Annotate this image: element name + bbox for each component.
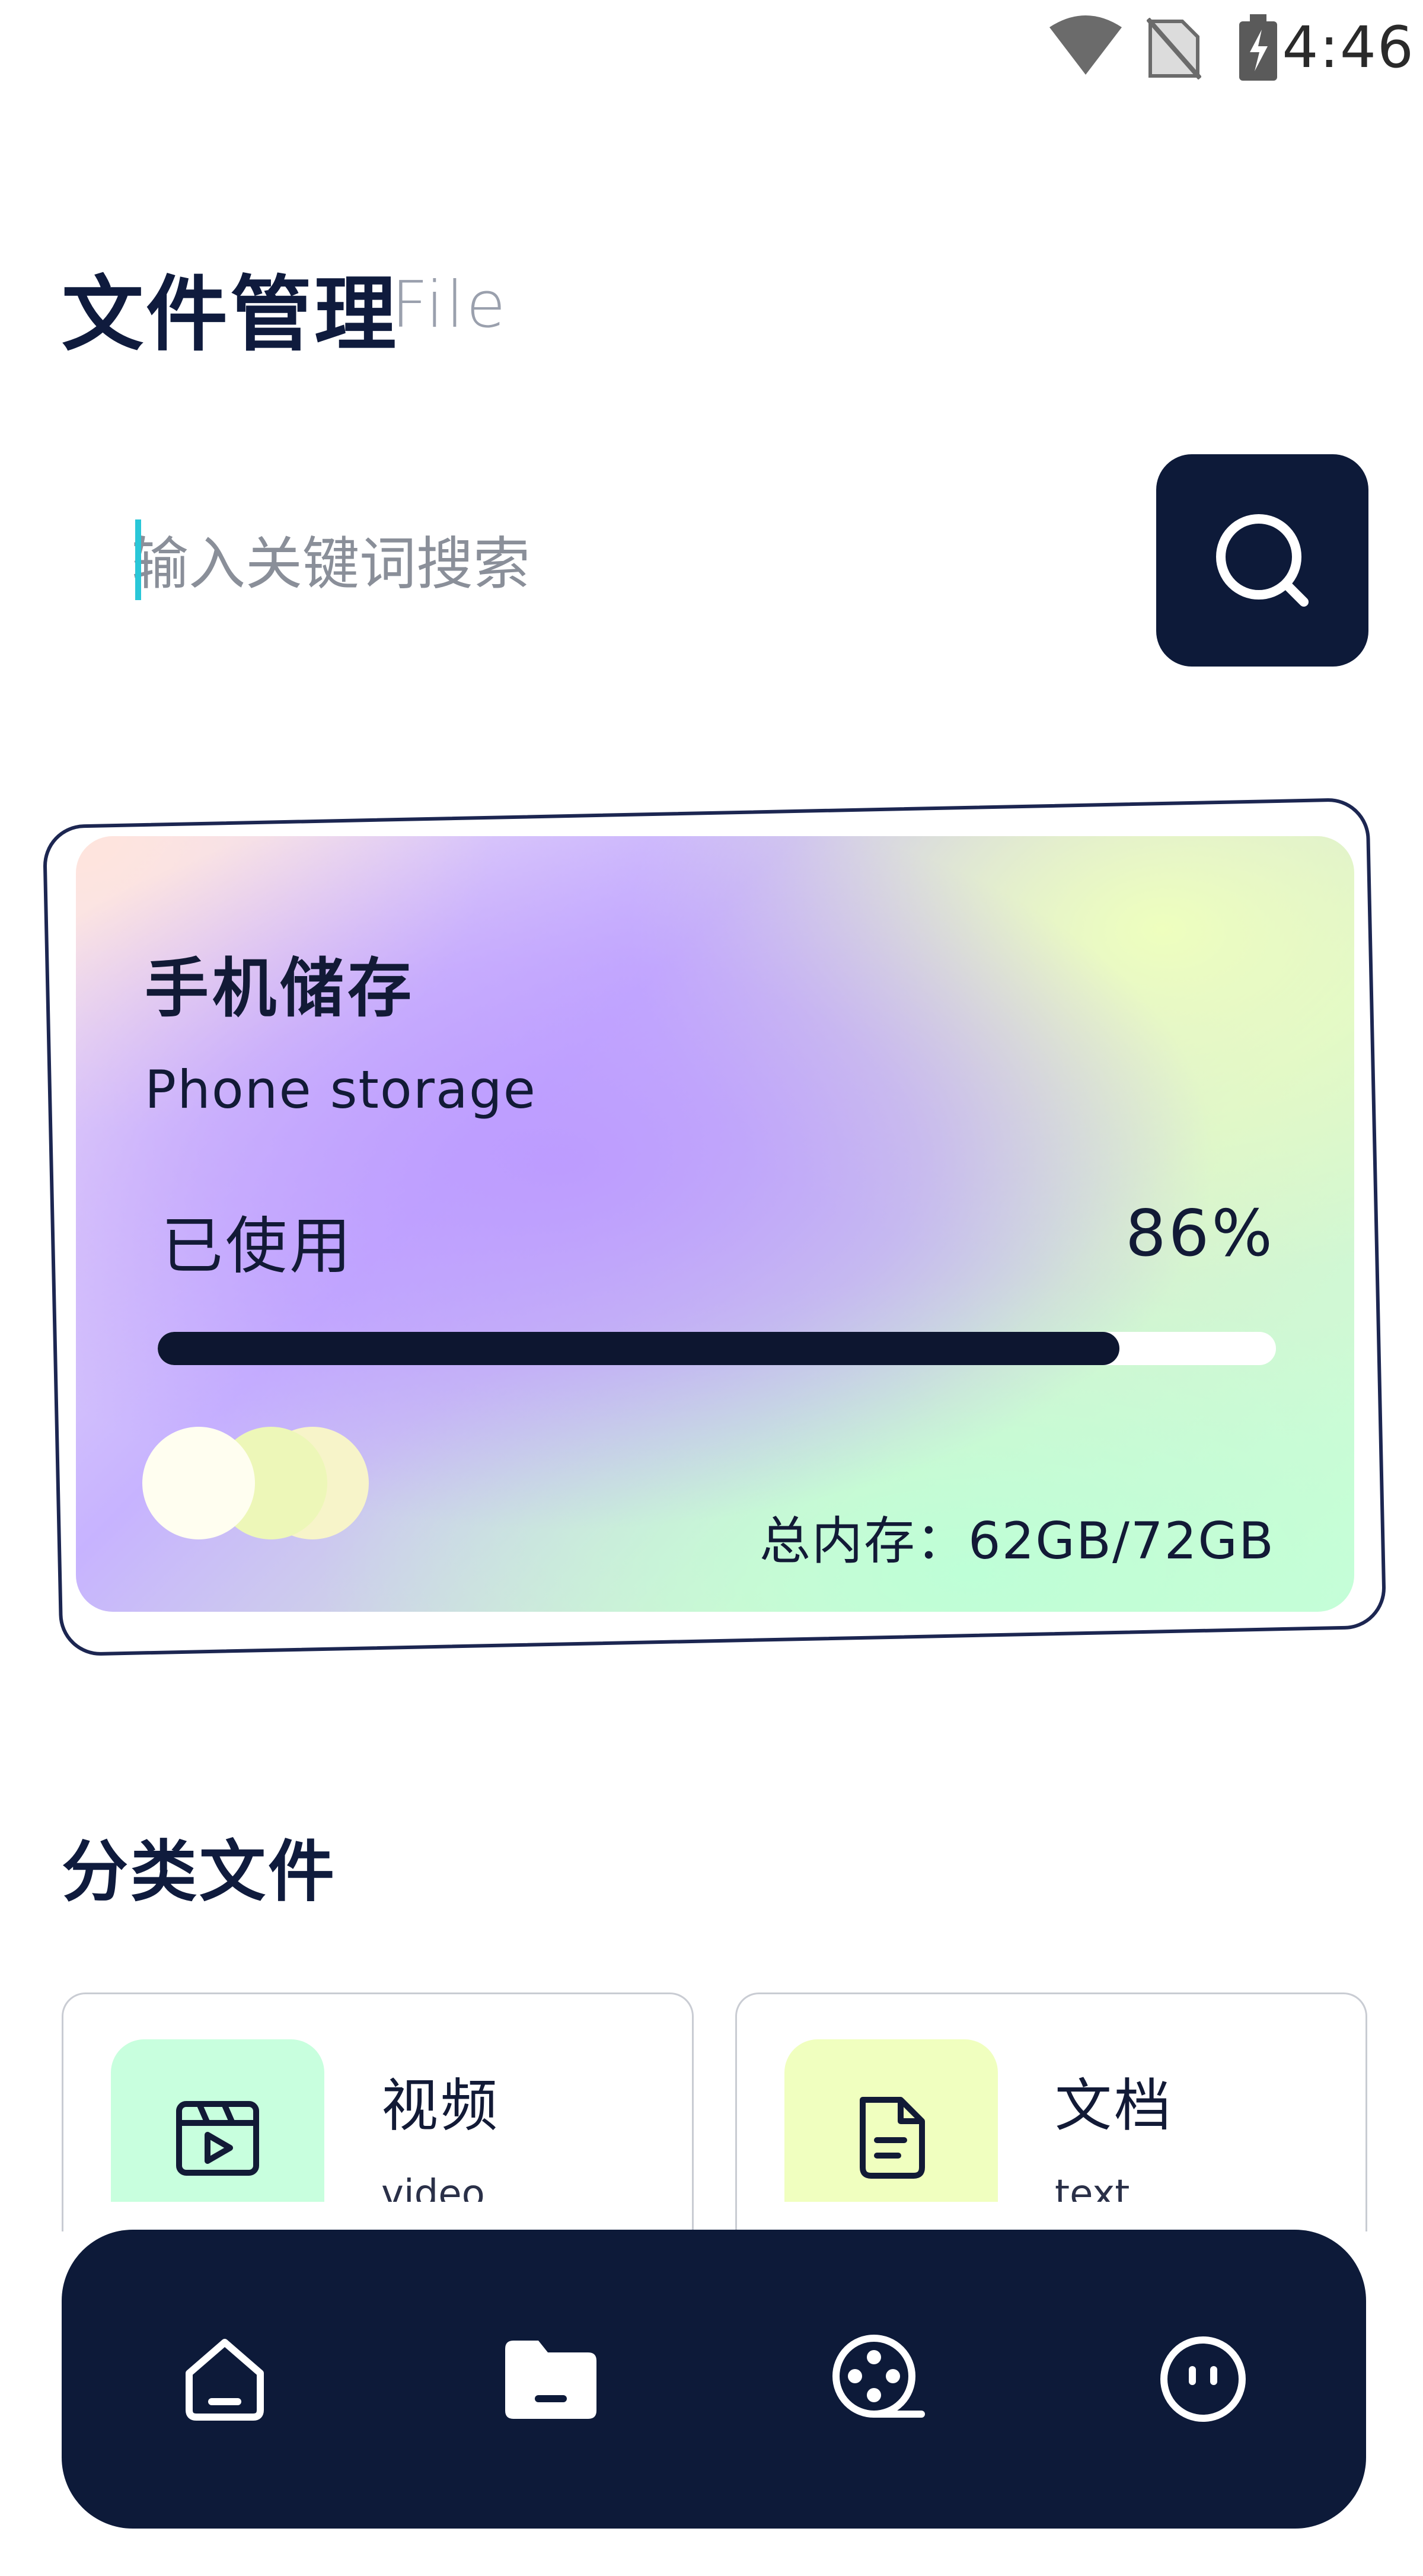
nav-media[interactable] [818,2320,936,2438]
category-section-title: 分类文件 [62,1834,337,1911]
category-card-document[interactable]: 文档 text [735,1992,1367,2231]
category-sublabel: text [1055,2172,1130,2202]
decorative-dot [142,1427,255,1539]
category-card-video[interactable]: 视频 video [62,1992,694,2231]
film-reel-icon [832,2335,925,2418]
usage-progress-fill [158,1332,1119,1365]
storage-subtitle: Phone storage [145,1059,537,1120]
nav-profile[interactable] [1144,2320,1262,2438]
wifi-icon [1049,15,1122,75]
category-card-clip: 视频 video [63,1994,692,2202]
home-icon [186,2339,264,2421]
video-clapper-icon [176,2101,259,2176]
nav-files[interactable] [492,2320,610,2438]
category-icon-tile [111,2039,324,2202]
folder-icon [505,2341,596,2419]
status-bar: 4:46 [0,0,1423,95]
usage-progress-bar [158,1332,1276,1365]
document-icon [860,2097,925,2179]
bottom-nav [62,2230,1366,2529]
page-title-english: File [391,268,508,342]
storage-title: 手机储存 [145,952,416,1026]
storage-total: 总内存：62GB/72GB [759,1512,1275,1571]
category-sublabel: video [381,2172,485,2202]
category-label: 文档 [1055,2073,1173,2139]
category-label: 视频 [381,2073,500,2139]
smiley-icon [1160,2336,1246,2422]
used-percent: 86% [1125,1197,1275,1271]
nav-home[interactable] [165,2320,284,2438]
page-title: 文件管理 [62,267,399,362]
text-caret [135,519,141,600]
status-time: 4:46 [1282,14,1415,81]
search-input[interactable] [130,522,1081,606]
search-icon [1216,514,1309,607]
category-card-clip: 文档 text [737,1994,1365,2202]
no-sim-icon [1147,18,1201,79]
used-label: 已使用 [161,1210,354,1282]
battery-charging-icon [1239,14,1277,81]
search-button[interactable] [1156,454,1368,667]
category-icon-tile [784,2039,998,2202]
